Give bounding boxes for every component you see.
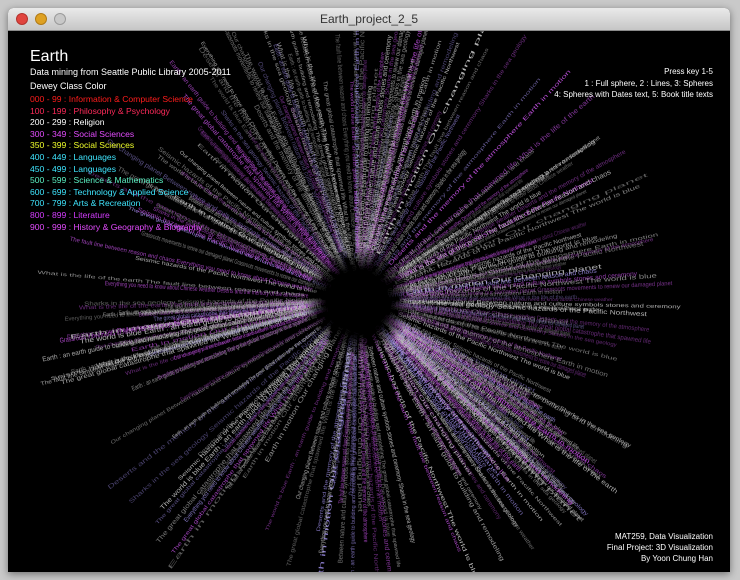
- legend-item: 700 - 799 : Arts & Recreation: [30, 198, 141, 209]
- key-instructions: Press key 1-5 1 : Full sphere, 2 : Lines…: [554, 66, 713, 101]
- legend-item: 350 - 399 : Social Sciences: [30, 140, 135, 151]
- page-title: Earth: [30, 48, 69, 65]
- legend-item: 100 - 199 : Philosophy & Psychology: [30, 105, 170, 116]
- legend-item: 900 - 999 : History & Geography & Biogra…: [30, 221, 203, 232]
- credit-line: By Yoon Chung Han: [640, 554, 713, 563]
- credits: MAT259, Data Visualization Final Project…: [607, 531, 713, 564]
- dewey-color-legend: 000 - 99 : Information & Computer Scienc…: [30, 94, 202, 233]
- credit-line: Final Project: 3D Visualization: [606, 543, 713, 552]
- sphere-core: [303, 246, 413, 356]
- credit-line: MAT259, Data Visualization: [615, 532, 713, 541]
- key-instruction-line: Press key 1-5: [664, 67, 713, 76]
- window-title: Earth_project_2_5: [319, 12, 419, 26]
- legend-item: 300 - 349 : Social Sciences: [30, 128, 135, 139]
- legend-item: 400 - 449 : Languages: [30, 151, 117, 162]
- legend-item: 500 - 599 : Science & Mathematics: [30, 175, 164, 186]
- key-instruction-line: 1 : Full sphere, 2 : Lines, 3: Spheres: [584, 78, 713, 88]
- legend-title: Dewey Class Color: [30, 81, 107, 91]
- subtitle: Data mining from Seattle Public Library …: [30, 67, 231, 77]
- legend-item: 450 - 499 : Languages: [30, 163, 117, 174]
- legend-item: 600 - 699 : Technology & Applied Science: [30, 186, 189, 197]
- app-window: Earth_project_2_5 Earth : an earth guide…: [8, 8, 730, 572]
- visualization-canvas[interactable]: Earth : an earth guide to building and r…: [8, 31, 730, 572]
- legend-item: 200 - 299 : Religion: [30, 117, 105, 128]
- key-instruction-line: 4: Spheres with Dates text, 5: Book titl…: [554, 90, 713, 99]
- title-bar: Earth_project_2_5: [8, 8, 730, 31]
- legend-item: 000 - 99 : Information & Computer Scienc…: [30, 94, 193, 104]
- legend-item: 800 - 899 : Literature: [30, 209, 110, 220]
